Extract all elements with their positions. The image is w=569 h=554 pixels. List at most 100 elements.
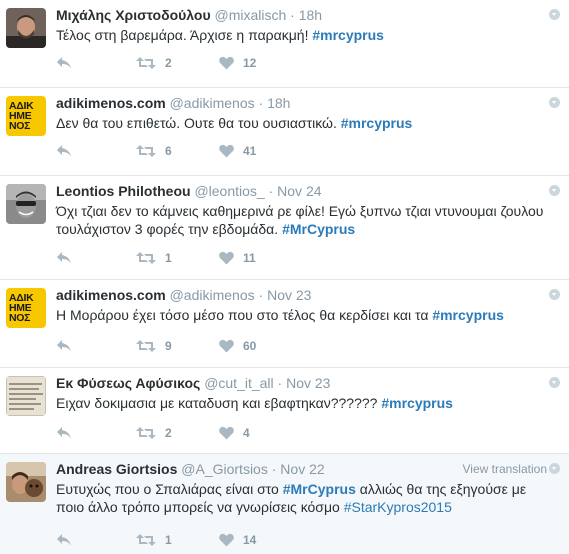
tweet[interactable]: ΑΔΙΚ ΗΜΕ ΝΟΣ adikimenos.com @adikimenos … — [0, 280, 569, 368]
retweet-button[interactable]: 2 — [136, 56, 219, 70]
hashtag-link[interactable]: #mrcyprus — [312, 27, 384, 43]
retweet-count: 1 — [165, 533, 172, 547]
tweet-actions: 2 12 — [56, 53, 256, 73]
tweet-body: Ειχαν δοκιμασια με καταδυση και εβαφτηκα… — [56, 395, 378, 411]
tweet[interactable]: ΑΔΙΚ ΗΜΕ ΝΟΣ adikimenos.com @adikimenos … — [0, 88, 569, 176]
separator-dot: · — [290, 7, 295, 23]
tweet-text: Η Μοράρου έχει τόσο μέσο που στο τέλος θ… — [56, 306, 559, 324]
tweet-actions: 1 14 — [56, 530, 256, 550]
author-name[interactable]: adikimenos.com — [56, 95, 166, 111]
heart-icon — [219, 533, 234, 547]
tweet[interactable]: Leontios Philotheou @leontios_ · Nov 24 … — [0, 176, 569, 280]
tweet-text: Ειχαν δοκιμασια με καταδυση και εβαφτηκα… — [56, 394, 559, 412]
reply-button[interactable] — [56, 144, 136, 158]
reply-button[interactable] — [56, 251, 136, 265]
hashtag-link[interactable]: #MrCyprus — [283, 481, 356, 497]
author-handle[interactable]: @adikimenos — [170, 95, 255, 111]
hashtag-link[interactable]: #StarKypros2015 — [344, 499, 452, 515]
avatar[interactable] — [6, 184, 46, 224]
retweet-icon — [136, 340, 156, 352]
view-translation-link[interactable]: View translation — [463, 462, 548, 476]
tweet[interactable]: Μιχάλης Χριστοδούλου @mixalisch · 18h Τέ… — [0, 0, 569, 88]
retweet-button[interactable]: 1 — [136, 533, 219, 547]
like-button[interactable]: 4 — [219, 426, 250, 440]
author-handle[interactable]: @A_Giortsios — [181, 461, 268, 477]
timestamp[interactable]: 18h — [299, 7, 322, 23]
retweet-icon — [136, 252, 156, 264]
reply-icon — [57, 252, 71, 264]
retweet-count: 9 — [165, 339, 172, 353]
reply-button[interactable] — [56, 426, 136, 440]
like-button[interactable]: 12 — [219, 56, 256, 70]
chevron-down-icon[interactable] — [549, 97, 560, 108]
tweet-actions: 9 60 — [56, 336, 256, 356]
tweet-body: Δεν θα του επιθετώ. Ουτε θα του ουσιαστι… — [56, 115, 337, 131]
author-name[interactable]: Leontios Philotheou — [56, 183, 191, 199]
avatar[interactable]: ΑΔΙΚ ΗΜΕ ΝΟΣ — [6, 96, 46, 136]
logo-text: ΝΟΣ — [9, 312, 31, 324]
retweet-button[interactable]: 9 — [136, 339, 219, 353]
hashtag-link[interactable]: #mrcyprus — [432, 307, 504, 323]
author-name[interactable]: adikimenos.com — [56, 287, 166, 303]
like-count: 4 — [243, 426, 250, 440]
retweet-count: 6 — [165, 144, 172, 158]
separator-dot: · — [271, 461, 277, 477]
tweet-text: Ευτυχώς που ο Σπαλιάρας είναι στο #MrCyp… — [56, 480, 559, 516]
timestamp[interactable]: Nov 23 — [286, 375, 330, 391]
avatar[interactable] — [6, 376, 46, 416]
tweet-text: Όχι τζιαι δεν το κάμνεις καθημερινά ρε φ… — [56, 202, 559, 238]
chevron-down-icon[interactable] — [549, 9, 560, 20]
heart-icon — [219, 339, 234, 353]
retweet-icon — [136, 145, 156, 157]
reply-button[interactable] — [56, 533, 136, 547]
retweet-button[interactable]: 6 — [136, 144, 219, 158]
timestamp[interactable]: Nov 23 — [267, 287, 311, 303]
like-button[interactable]: 14 — [219, 533, 256, 547]
author-name[interactable]: Andreas Giortsios — [56, 461, 177, 477]
tweet-body: Τέλος στη βαρεμάρα. Άρχισε η παρακμή! — [56, 27, 309, 43]
tweet[interactable]: Εκ Φύσεως Αφύσικος @cut_it_all · Nov 23 … — [0, 368, 569, 454]
chevron-down-icon[interactable] — [549, 185, 560, 196]
author-handle[interactable]: @leontios_ — [194, 183, 264, 199]
author-handle[interactable]: @adikimenos — [170, 287, 255, 303]
tweet-timeline: Μιχάλης Χριστοδούλου @mixalisch · 18h Τέ… — [0, 0, 569, 554]
tweet-actions: 6 41 — [56, 141, 256, 161]
author-name[interactable]: Εκ Φύσεως Αφύσικος — [56, 375, 200, 391]
retweet-button[interactable]: 2 — [136, 426, 219, 440]
reply-icon — [57, 145, 71, 157]
like-button[interactable]: 60 — [219, 339, 256, 353]
retweet-button[interactable]: 1 — [136, 251, 219, 265]
like-count: 12 — [243, 56, 257, 70]
hashtag-link[interactable]: #mrcyprus — [341, 115, 413, 131]
separator-dot: · — [258, 95, 264, 111]
reply-button[interactable] — [56, 56, 136, 70]
like-button[interactable]: 11 — [219, 251, 256, 265]
author-handle[interactable]: @cut_it_all — [204, 375, 273, 391]
like-count: 14 — [243, 533, 257, 547]
author-name[interactable]: Μιχάλης Χριστοδούλου — [56, 7, 211, 23]
avatar[interactable]: ΑΔΙΚ ΗΜΕ ΝΟΣ — [6, 288, 46, 328]
like-button[interactable]: 41 — [219, 144, 256, 158]
tweet[interactable]: Andreas Giortsios @A_Giortsios · Nov 22 … — [0, 454, 569, 554]
author-handle[interactable]: @mixalisch — [215, 7, 287, 23]
like-count: 60 — [243, 339, 257, 353]
retweet-icon — [136, 57, 156, 69]
chevron-down-icon[interactable] — [549, 463, 560, 474]
reply-button[interactable] — [56, 339, 136, 353]
chevron-down-icon[interactable] — [549, 289, 560, 300]
avatar[interactable] — [6, 462, 46, 502]
timestamp[interactable]: 18h — [267, 95, 290, 111]
hashtag-link[interactable]: #mrcyprus — [381, 395, 453, 411]
tweet-body-line: Ευτυχώς που ο Σπαλιάρας είναι στο — [56, 481, 279, 497]
timestamp[interactable]: Nov 24 — [277, 183, 321, 199]
chevron-down-icon[interactable] — [549, 377, 560, 388]
retweet-count: 2 — [165, 426, 172, 440]
hashtag-link[interactable]: #MrCyprus — [282, 221, 355, 237]
timestamp[interactable]: Nov 22 — [280, 461, 324, 477]
avatar[interactable] — [6, 8, 46, 48]
tweet-actions: 1 11 — [56, 248, 256, 268]
retweet-icon — [136, 427, 156, 439]
retweet-count: 2 — [165, 56, 172, 70]
separator-dot: · — [258, 287, 264, 303]
heart-icon — [219, 56, 234, 70]
